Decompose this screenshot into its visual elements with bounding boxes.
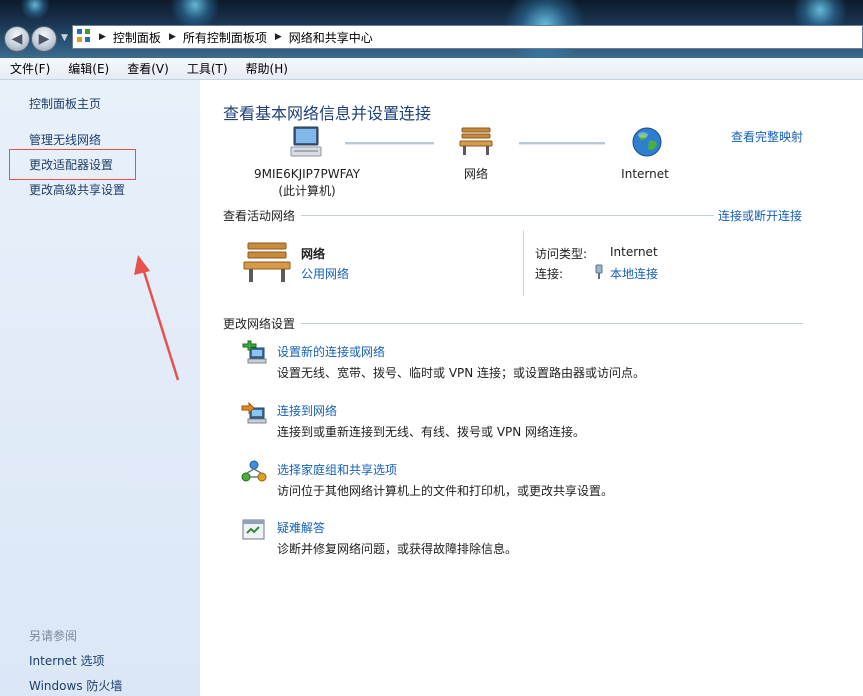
menu-edit[interactable]: 编辑(E) bbox=[58, 60, 117, 77]
change-settings-header: 更改网络设置 bbox=[223, 315, 804, 332]
forward-arrow-icon: ▶ bbox=[38, 31, 50, 47]
section-divider bbox=[301, 215, 715, 216]
page-title: 查看基本网络信息并设置连接 bbox=[223, 104, 432, 123]
access-type-label: 访问类型: bbox=[535, 247, 588, 261]
background-glow bbox=[20, 0, 50, 20]
homegroup-icon bbox=[241, 460, 267, 482]
sidebar-home-link[interactable]: 控制面板主页 bbox=[29, 95, 101, 112]
back-button[interactable]: ◀ bbox=[4, 26, 30, 52]
sidebar: 控制面板主页 管理无线网络 更改适配器设置 更改高级共享设置 另请参阅 Inte… bbox=[0, 80, 200, 696]
sidebar-internet-options-link[interactable]: Internet 选项 bbox=[29, 652, 104, 669]
connect-to-network-icon bbox=[241, 401, 267, 424]
menu-view[interactable]: 查看(V) bbox=[117, 60, 177, 77]
access-type-value: Internet bbox=[610, 245, 658, 259]
breadcrumb-item[interactable]: ▶ 所有控制面板项 bbox=[169, 29, 267, 46]
troubleshoot-icon bbox=[242, 519, 265, 540]
menu-file[interactable]: 文件(F) bbox=[0, 60, 58, 77]
active-network-bench-icon bbox=[243, 242, 291, 282]
connections-label: 连接: bbox=[535, 267, 564, 281]
chevron-right-icon: ▶ bbox=[168, 32, 176, 42]
sidebar-firewall-link[interactable]: Windows 防火墙 bbox=[29, 677, 122, 694]
view-full-map-link[interactable]: 查看完整映射 bbox=[731, 128, 803, 145]
active-networks-header: 查看活动网络 连接或断开连接 bbox=[223, 207, 802, 224]
map-connection-line bbox=[519, 142, 605, 145]
network-bench-icon bbox=[459, 127, 493, 155]
main-panel: 查看基本网络信息并设置连接 查看完整映射 9MIE6KJIP7PWFAY (此计… bbox=[200, 80, 863, 696]
annotation-highlight-box bbox=[9, 149, 136, 180]
task-connect-network-link[interactable]: 连接到网络 bbox=[277, 402, 337, 419]
annotation-arrow-icon bbox=[134, 255, 180, 381]
task-new-connection-desc: 设置无线、宽带、拨号、临时或 VPN 连接；或设置路由器或访问点。 bbox=[277, 366, 646, 380]
history-dropdown-icon[interactable]: ▼ bbox=[61, 33, 68, 43]
task-new-connection-link[interactable]: 设置新的连接或网络 bbox=[277, 343, 385, 360]
breadcrumb-item[interactable]: ▶ 网络和共享中心 bbox=[275, 29, 373, 46]
menu-help[interactable]: 帮助(H) bbox=[236, 60, 296, 77]
change-settings-heading: 更改网络设置 bbox=[223, 317, 296, 331]
address-bar[interactable]: ▶ 控制面板 ▶ 所有控制面板项 ▶ 网络和共享中心 bbox=[72, 25, 863, 49]
vertical-divider bbox=[523, 230, 524, 296]
map-connection-line bbox=[345, 142, 434, 145]
computer-label: 9MIE6KJIP7PWFAY (此计算机) bbox=[253, 167, 361, 198]
sidebar-manage-wireless-link[interactable]: 管理无线网络 bbox=[29, 131, 101, 148]
network-type-link[interactable]: 公用网络 bbox=[301, 265, 349, 282]
task-homegroup-desc: 访问位于其他网络计算机上的文件和打印机，或更改共享设置。 bbox=[277, 484, 614, 498]
ethernet-plug-icon bbox=[595, 264, 603, 279]
section-divider bbox=[301, 323, 804, 324]
chevron-right-icon: ▶ bbox=[99, 32, 106, 42]
menu-bar: 文件(F) 编辑(E) 查看(V) 工具(T) 帮助(H) bbox=[0, 58, 863, 80]
sidebar-advanced-sharing-link[interactable]: 更改高级共享设置 bbox=[29, 181, 125, 198]
back-arrow-icon: ◀ bbox=[11, 31, 23, 47]
window-titlebar: ◀ ▶ ▼ ▶ 控制面板 ▶ 所有控制面板项 ▶ 网络和共享中心 bbox=[0, 0, 863, 58]
active-network-name: 网络 bbox=[301, 247, 326, 261]
connect-disconnect-link[interactable]: 连接或断开连接 bbox=[718, 207, 802, 224]
control-panel-icon bbox=[77, 29, 93, 45]
chevron-right-icon: ▶ bbox=[274, 32, 282, 42]
forward-button[interactable]: ▶ bbox=[31, 26, 57, 52]
computer-icon bbox=[290, 126, 322, 157]
network-map-label: 网络 bbox=[463, 167, 488, 181]
task-homegroup-link[interactable]: 选择家庭组和共享选项 bbox=[277, 461, 397, 478]
task-connect-network-desc: 连接到或重新连接到无线、有线、拨号或 VPN 网络连接。 bbox=[277, 425, 586, 439]
internet-globe-icon bbox=[632, 127, 662, 157]
local-connection-link[interactable]: 本地连接 bbox=[610, 265, 658, 282]
internet-label: Internet bbox=[621, 167, 669, 181]
task-troubleshoot-desc: 诊断并修复网络问题，或获得故障排除信息。 bbox=[277, 542, 518, 556]
active-networks-heading: 查看活动网络 bbox=[223, 209, 296, 223]
task-troubleshoot-link[interactable]: 疑难解答 bbox=[277, 519, 325, 536]
see-also-heading: 另请参阅 bbox=[29, 629, 78, 643]
breadcrumb-item[interactable]: ▶ 控制面板 bbox=[99, 29, 161, 46]
menu-tools[interactable]: 工具(T) bbox=[177, 60, 236, 77]
new-connection-icon bbox=[242, 340, 267, 364]
